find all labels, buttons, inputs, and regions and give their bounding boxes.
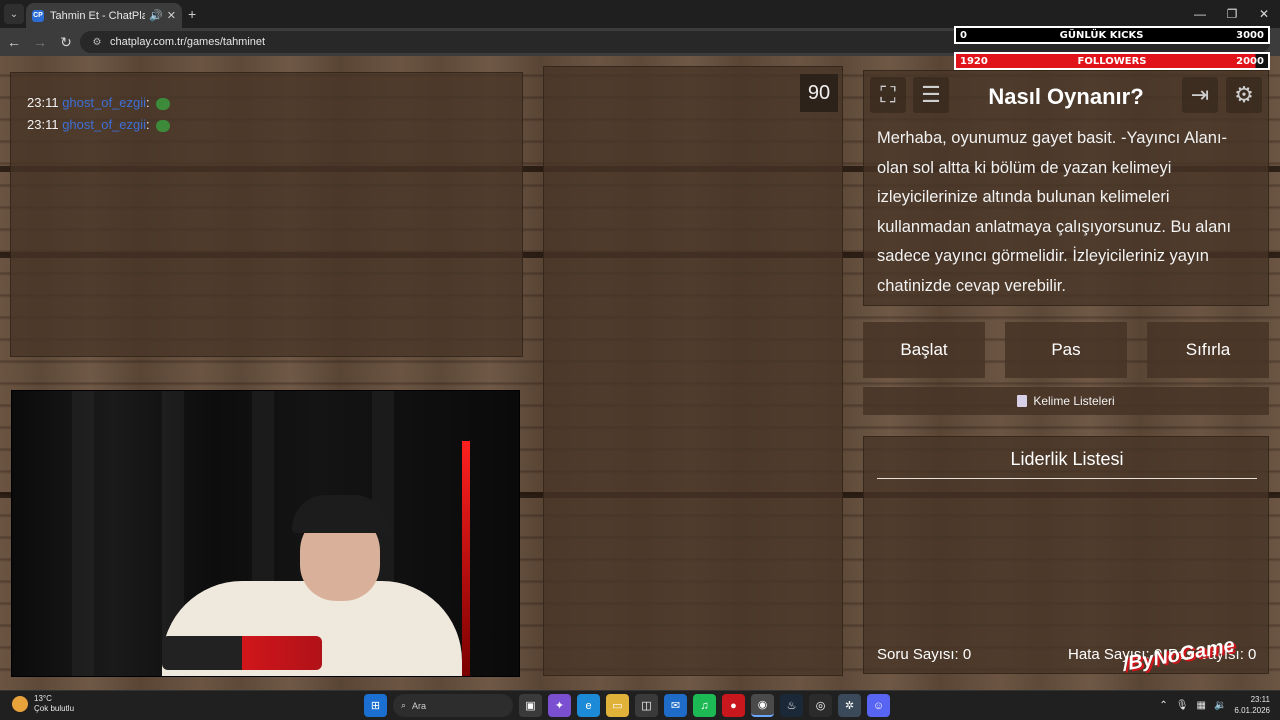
chat-separator: : [146, 95, 150, 110]
tab-close-icon[interactable]: ✕ [167, 9, 176, 22]
tray-chevron-icon[interactable]: ⌃ [1159, 700, 1167, 711]
system-clock[interactable]: 23:11 6.01.2026 [1234, 694, 1270, 716]
streamer-cap [292, 495, 388, 533]
countdown-timer: 90 [800, 74, 838, 112]
word-lists-label: Kelime Listeleri [1033, 394, 1115, 408]
chat-separator: : [146, 117, 150, 132]
kicks-current: 0 [960, 29, 967, 41]
obs-icon[interactable]: ◎ [809, 694, 832, 717]
clock-time: 23:11 [1250, 695, 1270, 704]
followers-target: 2000 [1236, 55, 1264, 67]
weather-desc: Çok bulutlu [34, 704, 75, 713]
followers-goal-bar: 1920 FOLLOWERS 2000 [954, 52, 1270, 70]
neon-light [462, 441, 470, 676]
taskbar-search[interactable]: ⌕ Ara [393, 694, 513, 717]
recorder-icon[interactable]: ● [722, 694, 745, 717]
tab-title: Tahmin Et - ChatPlay [50, 9, 146, 22]
reload-icon[interactable]: ↻ [54, 30, 78, 54]
search-placeholder: Ara [412, 700, 427, 711]
chat-message: 23:11 ghost_of_ezgii: [27, 95, 171, 110]
volume-icon[interactable]: 🔉 [1214, 700, 1226, 711]
steam-icon[interactable]: ♨ [780, 694, 803, 717]
weather-temp: 13°C [34, 694, 52, 703]
kicks-target: 3000 [1236, 29, 1264, 41]
edge-icon[interactable]: e [577, 694, 600, 717]
word-area-panel [543, 66, 843, 676]
taskbar-apps: ⊞ ⌕ Ara ▣ ✦ e ▭ ◫ ✉ ♫ ● ◉ ♨ ◎ ✲ ☺ [364, 694, 890, 717]
copilot-icon[interactable]: ✦ [548, 694, 571, 717]
system-tray: ⌃ 🎙 ▦ 🔉 23:11 6.01.2026 [1159, 694, 1270, 716]
notebook-icon [1017, 395, 1028, 407]
back-icon[interactable]: ← [2, 30, 26, 54]
url-text: chatplay.com.tr/games/tahminet [110, 36, 266, 48]
daily-kicks-goal-bar: 0 GÜNLÜK KICKS 3000 [954, 26, 1270, 44]
chat-username[interactable]: ghost_of_ezgii [62, 117, 146, 132]
new-tab-button[interactable]: + [188, 6, 196, 22]
store-icon[interactable]: ◫ [635, 694, 658, 717]
followers-current: 1920 [960, 55, 988, 67]
start-button[interactable]: Başlat [863, 322, 985, 378]
search-icon: ⌕ [401, 700, 407, 710]
question-count: Soru Sayısı: 0 [877, 646, 972, 663]
followers-label: FOLLOWERS [1077, 55, 1147, 67]
task-view-icon[interactable]: ▣ [519, 694, 542, 717]
clock-date: 6.01.2026 [1234, 706, 1270, 715]
chat-username[interactable]: ghost_of_ezgii [62, 95, 146, 110]
weather-cloud-icon [12, 696, 28, 712]
chat-time: 23:11 [27, 95, 59, 110]
kicks-label: GÜNLÜK KICKS [1059, 29, 1144, 41]
chat-message: 23:11 ghost_of_ezgii: [27, 117, 171, 132]
forward-icon[interactable]: → [28, 30, 52, 54]
outlook-icon[interactable]: ✉ [664, 694, 687, 717]
window-controls: — ❐ ✕ [1184, 0, 1280, 28]
close-window-icon[interactable]: ✕ [1248, 0, 1280, 28]
app-icon[interactable]: ✲ [838, 694, 861, 717]
microphone [162, 636, 322, 670]
chrome-icon[interactable]: ◉ [751, 694, 774, 717]
speaker-icon[interactable]: 🔊 [149, 9, 163, 22]
microphone-icon[interactable]: 🎙 [1176, 700, 1189, 711]
discord-icon[interactable]: ☺ [867, 694, 890, 717]
network-icon[interactable]: ▦ [1197, 700, 1206, 711]
word-lists-button[interactable]: Kelime Listeleri [863, 387, 1269, 415]
chatplay-favicon-icon: CP [32, 9, 44, 22]
how-to-play-title: Nasıl Oynanır? [988, 84, 1144, 109]
webcam-feed [11, 390, 520, 677]
site-info-icon[interactable]: ⚙ [90, 35, 104, 49]
how-to-play-text: Merhaba, oyunumuz gayet basit. -Yayıncı … [877, 129, 1232, 295]
weather-widget[interactable]: 13°C Çok bulutlu [12, 694, 74, 714]
spotify-icon[interactable]: ♫ [693, 694, 716, 717]
browser-tab[interactable]: CP Tahmin Et - ChatPlay 🔊 ✕ [26, 3, 182, 28]
chat-panel: 23:11 ghost_of_ezgii: 23:11 ghost_of_ezg… [10, 72, 523, 357]
file-explorer-icon[interactable]: ▭ [606, 694, 629, 717]
minimize-icon[interactable]: — [1184, 0, 1216, 28]
windows-start-icon[interactable]: ⊞ [364, 694, 387, 717]
leaderboard-title: Liderlik Listesi [877, 449, 1257, 479]
windows-taskbar: 13°C Çok bulutlu ⊞ ⌕ Ara ▣ ✦ e ▭ ◫ ✉ ♫ ●… [0, 690, 1280, 720]
pepe-emote-icon [156, 119, 171, 132]
tab-search-dropdown[interactable]: ⌄ [4, 4, 24, 24]
tab-bar: ⌄ CP Tahmin Et - ChatPlay 🔊 ✕ + — ❐ ✕ [0, 0, 1280, 28]
chat-time: 23:11 [27, 117, 59, 132]
pepe-emote-icon [156, 97, 171, 110]
reset-button[interactable]: Sıfırla [1147, 322, 1269, 378]
pass-button[interactable]: Pas [1005, 322, 1127, 378]
restore-icon[interactable]: ❐ [1216, 0, 1248, 28]
